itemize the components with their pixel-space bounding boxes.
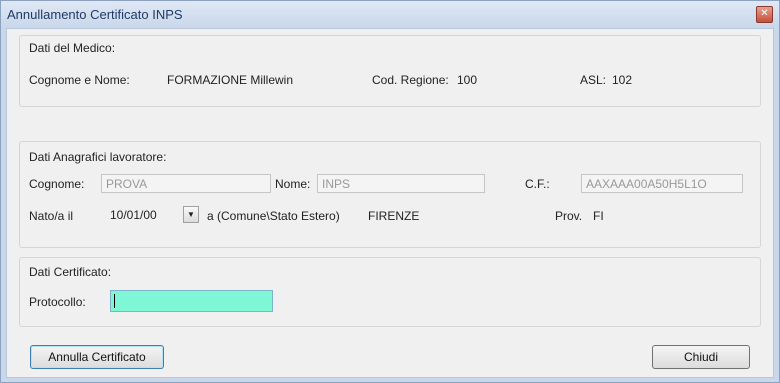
medico-group — [19, 35, 761, 107]
cognome-field[interactable]: PROVA — [101, 174, 271, 193]
protocollo-label: Protocollo: — [29, 295, 86, 309]
text-caret — [114, 294, 115, 308]
chevron-down-icon[interactable]: ▼ — [183, 206, 199, 223]
nome-label: Nome: — [275, 177, 311, 191]
title-bar[interactable]: Annullamento Certificato INPS ✕ — [1, 1, 779, 28]
close-icon[interactable]: ✕ — [756, 6, 773, 23]
certificato-section-title: Dati Certificato: — [29, 265, 112, 279]
medico-name-label: Cognome e Nome: — [29, 73, 130, 87]
dialog-body: Dati del Medico: Cognome e Nome: FORMAZI… — [6, 28, 774, 378]
prov-value: FI — [593, 209, 604, 223]
birthdate-value: 10/01/00 — [110, 208, 157, 222]
medico-section-title: Dati del Medico: — [29, 41, 116, 55]
comune-value: FIRENZE — [368, 209, 420, 223]
window-title: Annullamento Certificato INPS — [7, 7, 183, 22]
dialog-window: Annullamento Certificato INPS ✕ Dati del… — [0, 0, 780, 383]
asl-value: 102 — [612, 73, 633, 87]
region-code-value: 100 — [457, 73, 478, 87]
region-code-label: Cod. Regione: — [372, 73, 449, 87]
comune-label: a (Comune\Stato Estero) — [207, 209, 340, 223]
asl-label: ASL: — [580, 73, 607, 87]
cf-label: C.F.: — [525, 177, 550, 191]
nome-field[interactable]: INPS — [317, 174, 485, 193]
birthdate-picker[interactable]: 10/01/00 ▼ — [110, 205, 200, 225]
lavoratore-section-title: Dati Anagrafici lavoratore: — [29, 150, 167, 164]
nato-label: Nato/a il — [29, 209, 74, 223]
prov-label: Prov. — [555, 209, 583, 223]
chiudi-button[interactable]: Chiudi — [652, 345, 750, 369]
medico-name-value: FORMAZIONE Millewin — [167, 73, 294, 87]
protocollo-input[interactable] — [110, 290, 273, 312]
cognome-label: Cognome: — [29, 177, 85, 191]
annulla-certificato-button[interactable]: Annulla Certificato — [30, 345, 164, 369]
cf-field[interactable]: AAXAAA00A50H5L1O — [581, 174, 743, 193]
